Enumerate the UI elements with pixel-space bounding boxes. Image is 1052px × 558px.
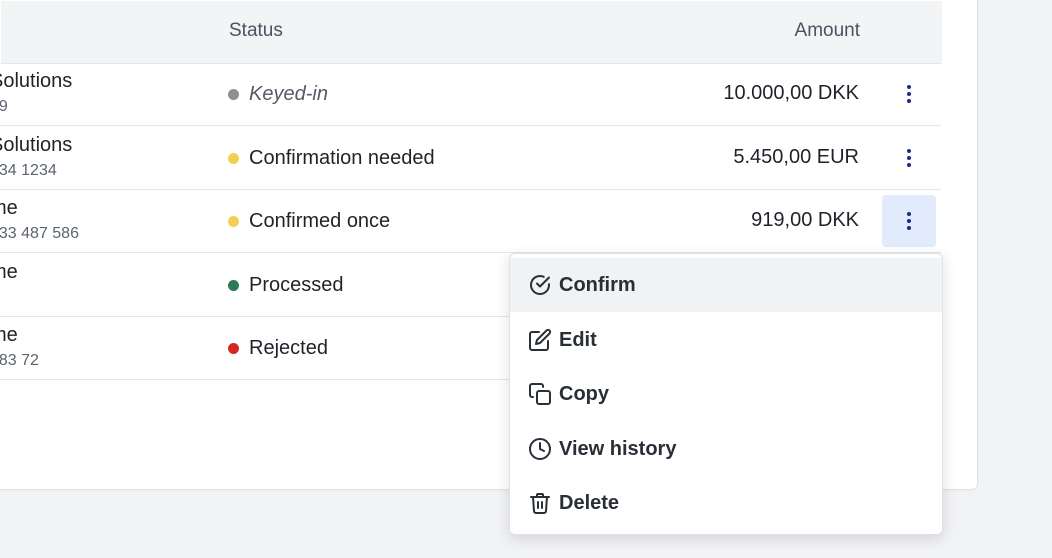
kebab-menu-icon: [907, 212, 911, 230]
status-dot: [228, 279, 239, 291]
kebab-menu-icon: [907, 85, 911, 103]
status-badge: Confirmed once: [228, 209, 390, 233]
status-text: Keyed-in: [249, 82, 328, 105]
check-circle-icon: [528, 273, 552, 297]
row-name: Solutions: [0, 134, 73, 156]
status-text: Confirmed once: [249, 209, 391, 232]
menu-item-label: Copy: [559, 382, 609, 405]
trash-icon: [528, 491, 552, 515]
status-badge: Rejected: [228, 336, 328, 360]
status-dot: [228, 342, 239, 354]
row-name: Solutions: [0, 70, 73, 92]
menu-item-view-history[interactable]: View history: [510, 422, 942, 476]
status-badge: Keyed-in: [228, 82, 328, 106]
status-dot: [228, 88, 239, 100]
status-badge: Confirmation needed: [228, 146, 435, 170]
status-badge: Processed: [228, 273, 344, 297]
status-text: Confirmation needed: [249, 146, 435, 169]
status-dot: [228, 152, 239, 164]
row-actions-button[interactable]: [882, 195, 936, 247]
clock-icon: [528, 437, 552, 461]
table-header: Status Amount: [1, 1, 942, 64]
row-name: me: [0, 197, 18, 219]
kebab-menu-icon: [907, 149, 911, 167]
column-header-status: Status: [229, 20, 283, 41]
table-row[interactable]: Solutions 234 1234 Confirmation needed 5…: [0, 126, 941, 190]
menu-item-copy[interactable]: Copy: [510, 367, 942, 421]
menu-item-label: Confirm: [559, 273, 636, 296]
menu-item-label: View history: [559, 437, 677, 460]
row-name: me: [0, 324, 18, 346]
row-subtext: 583 72: [0, 352, 39, 369]
row-actions-button[interactable]: [882, 68, 936, 120]
row-subtext: 234 1234: [0, 162, 57, 179]
status-text: Processed: [249, 273, 344, 296]
row-amount: 5.450,00 EUR: [733, 146, 859, 168]
row-name: me: [0, 261, 18, 283]
copy-icon: [528, 382, 552, 406]
menu-item-label: Delete: [559, 491, 620, 514]
status-dot: [228, 215, 239, 227]
row-actions-button[interactable]: [882, 132, 936, 184]
row-amount: 10.000,00 DKK: [723, 82, 859, 104]
row-amount: 919,00 DKK: [751, 209, 859, 231]
status-text: Rejected: [249, 336, 328, 359]
table-row[interactable]: Solutions 79 Keyed-in 10.000,00 DKK: [0, 62, 941, 126]
menu-item-delete[interactable]: Delete: [510, 476, 942, 530]
table-row[interactable]: me 933 487 586 Confirmed once 919,00 DKK: [0, 189, 941, 253]
menu-item-label: Edit: [559, 328, 597, 351]
row-actions-menu: Confirm Edit Copy View history Delete: [509, 253, 943, 535]
edit-icon: [528, 328, 552, 352]
row-subtext: 933 487 586: [0, 225, 79, 242]
row-subtext: 79: [0, 98, 8, 115]
menu-item-confirm[interactable]: Confirm: [510, 258, 942, 312]
column-header-amount: Amount: [794, 20, 860, 41]
menu-item-edit[interactable]: Edit: [510, 313, 942, 367]
